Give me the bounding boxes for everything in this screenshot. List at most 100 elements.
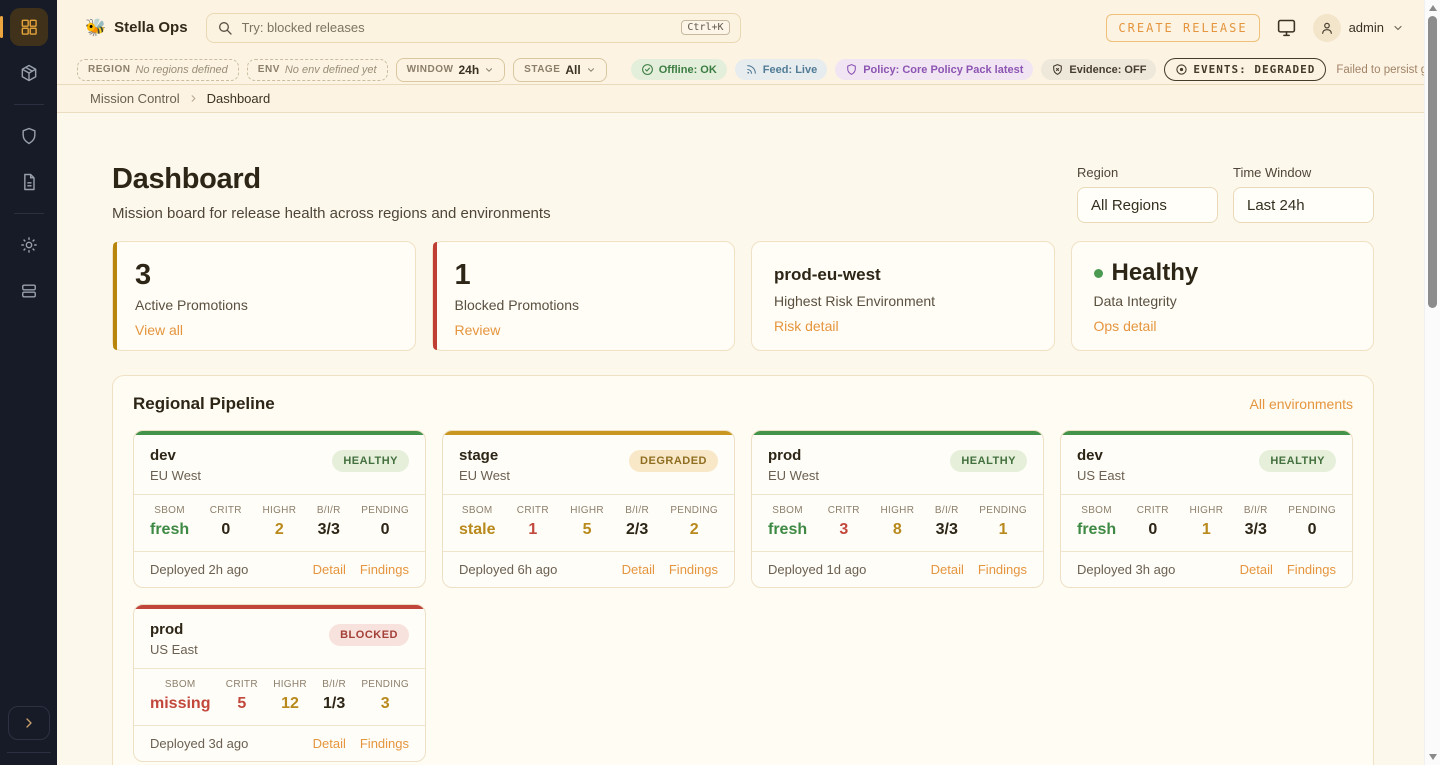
global-search[interactable]: Ctrl+K (206, 13, 741, 43)
evidence-status-text: Evidence: OFF (1069, 64, 1146, 76)
sidebar-item-documents[interactable] (10, 163, 48, 201)
check-circle-icon (641, 63, 654, 76)
scroll-down-arrow[interactable] (1429, 754, 1437, 760)
page-filters: Region All Regions Time Window Last 24h (1077, 163, 1374, 223)
search-icon (217, 20, 233, 36)
pipeline-card: dev US East HEALTHY SBOMfresh CRITR0 HIG… (1060, 430, 1353, 588)
feed-status-pill[interactable]: Feed: Live (735, 59, 827, 80)
scroll-up-arrow[interactable] (1429, 5, 1437, 11)
status-badge: HEALTHY (332, 450, 409, 472)
stat-label: CRITR (210, 505, 242, 516)
stat-value: 0 (361, 521, 409, 539)
view-all-link[interactable]: View all (135, 322, 183, 338)
window-filter-dropdown[interactable]: WINDOW 24h (396, 58, 506, 82)
page-title-block: Dashboard Mission board for release heal… (112, 163, 551, 222)
shield-icon (845, 63, 858, 76)
stat-value: 5 (570, 521, 604, 539)
app-logo: 🐝 Stella Ops (85, 18, 188, 38)
stage-filter-dropdown[interactable]: STAGE All (513, 58, 607, 82)
user-menu[interactable]: admin (1313, 14, 1404, 42)
sidebar-expand-button[interactable] (8, 706, 50, 740)
detail-link[interactable]: Detail (622, 562, 655, 577)
findings-link[interactable]: Findings (978, 562, 1027, 577)
stat-label: HIGHR (570, 505, 604, 516)
shield-icon (19, 126, 39, 146)
stat-label: HIGHR (1190, 505, 1224, 516)
region-filter-pill[interactable]: REGION No regions defined (77, 59, 239, 81)
findings-link[interactable]: Findings (669, 562, 718, 577)
summary-card-blocked-promotions: 1 Blocked Promotions Review (432, 241, 736, 351)
page-content: Dashboard Mission board for release heal… (57, 113, 1424, 765)
detail-link[interactable]: Detail (1240, 562, 1273, 577)
status-badge: DEGRADED (629, 450, 718, 472)
time-window-select[interactable]: Last 24h (1233, 187, 1374, 223)
summary-label: Data Integrity (1094, 293, 1352, 309)
stat-value: 1 (979, 521, 1027, 539)
sidebar-divider (7, 752, 51, 753)
summary-card-highest-risk: prod-eu-west Highest Risk Environment Ri… (751, 241, 1055, 351)
stat-value: fresh (1077, 521, 1116, 539)
stat-value: 3/3 (317, 521, 341, 539)
panel-title: Regional Pipeline (133, 394, 275, 414)
ops-detail-link[interactable]: Ops detail (1094, 318, 1157, 334)
env-filter-pill[interactable]: ENV No env defined yet (247, 59, 388, 81)
summary-value: Healthy (1094, 260, 1352, 286)
stat-label: PENDING (361, 679, 409, 690)
detail-link[interactable]: Detail (313, 736, 346, 751)
sidebar-item-security[interactable] (10, 117, 48, 155)
person-icon (1319, 20, 1335, 36)
region-name: US East (150, 642, 198, 657)
env-filter-label: ENV (258, 64, 280, 75)
sidebar-item-infrastructure[interactable] (10, 272, 48, 310)
region-name: US East (1077, 468, 1125, 483)
stat-label: B/I/R (317, 505, 341, 516)
status-badge: BLOCKED (329, 624, 409, 646)
scrollbar-thumb[interactable] (1428, 16, 1437, 308)
summary-value: 3 (135, 260, 393, 290)
stage-filter-label: STAGE (524, 64, 560, 75)
stat-label: HIGHR (263, 505, 297, 516)
sidebar (0, 0, 57, 765)
region-filter-label: REGION (88, 64, 130, 75)
window-filter-label: WINDOW (407, 64, 454, 75)
display-mode-button[interactable] (1276, 17, 1297, 38)
create-release-button[interactable]: CREATE RELEASE (1106, 14, 1259, 42)
findings-link[interactable]: Findings (360, 562, 409, 577)
sidebar-item-dashboard[interactable] (10, 8, 48, 46)
stat-value: 5 (226, 695, 258, 713)
review-link[interactable]: Review (455, 322, 501, 338)
stat-value: fresh (150, 521, 189, 539)
detail-link[interactable]: Detail (931, 562, 964, 577)
offline-status-pill[interactable]: Offline: OK (631, 59, 727, 80)
document-icon (19, 172, 39, 192)
breadcrumb-parent[interactable]: Mission Control (90, 91, 180, 106)
findings-link[interactable]: Findings (360, 736, 409, 751)
shield-x-icon (1051, 63, 1064, 76)
detail-link[interactable]: Detail (313, 562, 346, 577)
env-filter-value: No env defined yet (285, 64, 377, 76)
search-input[interactable] (242, 20, 673, 35)
evidence-status-pill[interactable]: Evidence: OFF (1041, 59, 1156, 80)
sidebar-item-releases[interactable] (10, 54, 48, 92)
sidebar-footer (0, 706, 57, 765)
risk-detail-link[interactable]: Risk detail (774, 318, 839, 334)
all-environments-link[interactable]: All environments (1250, 396, 1354, 412)
monitor-icon (1276, 17, 1297, 38)
stat-value: 3 (361, 695, 409, 713)
breadcrumb: Mission Control Dashboard (57, 85, 1424, 113)
summary-card-data-integrity: Healthy Data Integrity Ops detail (1071, 241, 1375, 351)
findings-link[interactable]: Findings (1287, 562, 1336, 577)
server-icon (19, 281, 39, 301)
health-status-text: Healthy (1112, 260, 1199, 286)
sidebar-item-settings[interactable] (10, 226, 48, 264)
health-dot-icon (1094, 269, 1103, 278)
status-bar: REGION No regions defined ENV No env def… (57, 55, 1424, 85)
policy-status-pill[interactable]: Policy: Core Policy Pack latest (835, 59, 1033, 80)
keyboard-shortcut-badge: Ctrl+K (681, 20, 729, 35)
summary-label: Active Promotions (135, 297, 393, 313)
stat-value: 3/3 (935, 521, 959, 539)
events-status-text: EVENTS: DEGRADED (1193, 63, 1315, 76)
region-select[interactable]: All Regions (1077, 187, 1218, 223)
vertical-scrollbar[interactable] (1424, 0, 1440, 765)
events-status-pill[interactable]: EVENTS: DEGRADED (1164, 58, 1326, 81)
